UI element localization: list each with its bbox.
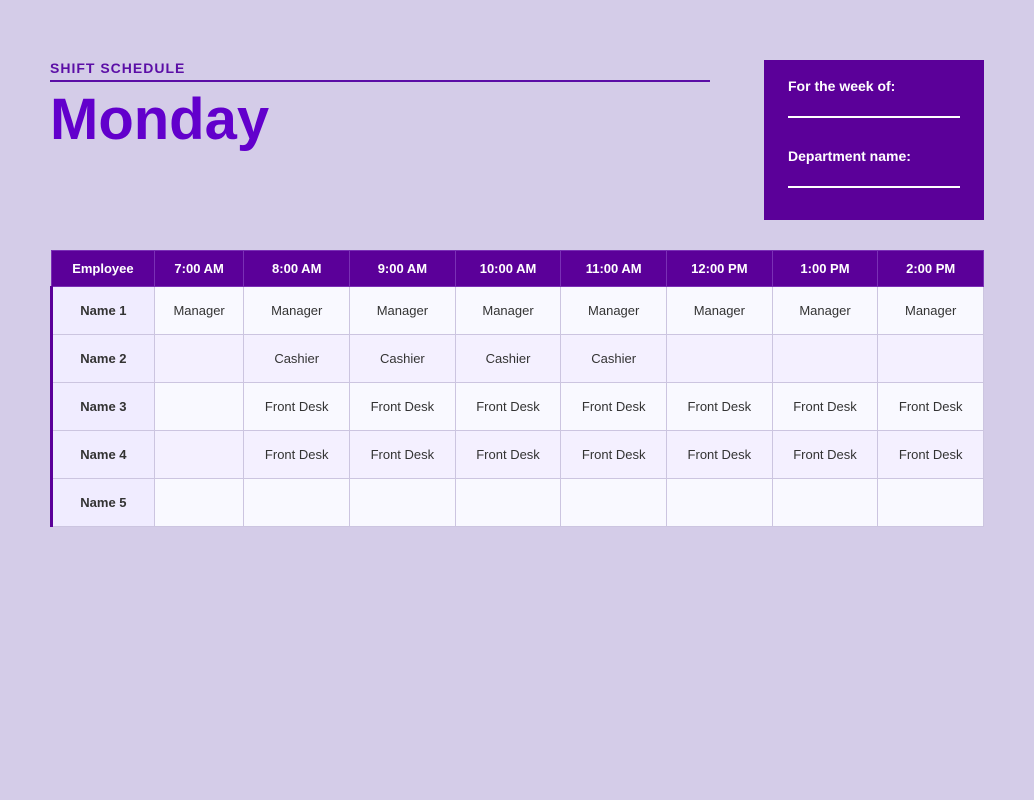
- table-row: Name 5: [52, 479, 984, 527]
- cell-r2-c2: Cashier: [244, 335, 350, 383]
- page: SHIFT SCHEDULE Monday For the week of: D…: [0, 0, 1034, 800]
- cell-r5-c4: [455, 479, 561, 527]
- cell-r5-c1: [154, 479, 244, 527]
- cell-r1-c3: Manager: [350, 287, 456, 335]
- cell-r2-c4: Cashier: [455, 335, 561, 383]
- col-time-8: 2:00 PM: [878, 251, 984, 287]
- cell-r3-c5: Front Desk: [561, 383, 667, 431]
- info-box: For the week of: Department name:: [764, 60, 984, 220]
- cell-r1-c4: Manager: [455, 287, 561, 335]
- col-time-7: 1:00 PM: [772, 251, 878, 287]
- cell-r3-c7: Front Desk: [772, 383, 878, 431]
- cell-r4-c5: Front Desk: [561, 431, 667, 479]
- table-row: Name 4Front DeskFront DeskFront DeskFron…: [52, 431, 984, 479]
- col-time-4: 10:00 AM: [455, 251, 561, 287]
- cell-r3-c2: Front Desk: [244, 383, 350, 431]
- schedule-table: Employee7:00 AM8:00 AM9:00 AM10:00 AM11:…: [50, 250, 984, 527]
- shift-schedule-label: SHIFT SCHEDULE: [50, 60, 764, 76]
- header-row: Employee7:00 AM8:00 AM9:00 AM10:00 AM11:…: [52, 251, 984, 287]
- cell-r5-c2: [244, 479, 350, 527]
- cell-r2-c6: [667, 335, 773, 383]
- cell-r1-c7: Manager: [772, 287, 878, 335]
- col-time-5: 11:00 AM: [561, 251, 667, 287]
- table-row: Name 1ManagerManagerManagerManagerManage…: [52, 287, 984, 335]
- table-row: Name 3Front DeskFront DeskFront DeskFron…: [52, 383, 984, 431]
- cell-r2-c3: Cashier: [350, 335, 456, 383]
- cell-r4-c7: Front Desk: [772, 431, 878, 479]
- title-divider: [50, 80, 710, 82]
- cell-r5-c6: [667, 479, 773, 527]
- cell-r3-c4: Front Desk: [455, 383, 561, 431]
- week-value: [788, 98, 960, 118]
- cell-r1-c2: Manager: [244, 287, 350, 335]
- header-section: SHIFT SCHEDULE Monday For the week of: D…: [50, 60, 984, 220]
- cell-r1-c5: Manager: [561, 287, 667, 335]
- cell-r5-c3: [350, 479, 456, 527]
- cell-r4-c8: Front Desk: [878, 431, 984, 479]
- col-employee: Employee: [52, 251, 155, 287]
- cell-r4-c4: Front Desk: [455, 431, 561, 479]
- department-info: Department name:: [788, 148, 960, 188]
- col-time-1: 7:00 AM: [154, 251, 244, 287]
- cell-r2-c1: [154, 335, 244, 383]
- cell-r2-c5: Cashier: [561, 335, 667, 383]
- cell-r3-c6: Front Desk: [667, 383, 773, 431]
- table-row: Name 2CashierCashierCashierCashier: [52, 335, 984, 383]
- cell-r1-c8: Manager: [878, 287, 984, 335]
- col-time-6: 12:00 PM: [667, 251, 773, 287]
- table-body: Name 1ManagerManagerManagerManagerManage…: [52, 287, 984, 527]
- employee-name-4: Name 4: [52, 431, 155, 479]
- day-title: Monday: [50, 88, 764, 152]
- table-header: Employee7:00 AM8:00 AM9:00 AM10:00 AM11:…: [52, 251, 984, 287]
- title-block: SHIFT SCHEDULE Monday: [50, 60, 764, 152]
- week-label: For the week of:: [788, 78, 960, 94]
- cell-r3-c8: Front Desk: [878, 383, 984, 431]
- department-label: Department name:: [788, 148, 960, 164]
- cell-r1-c6: Manager: [667, 287, 773, 335]
- cell-r2-c8: [878, 335, 984, 383]
- employee-name-5: Name 5: [52, 479, 155, 527]
- cell-r3-c3: Front Desk: [350, 383, 456, 431]
- cell-r2-c7: [772, 335, 878, 383]
- cell-r4-c6: Front Desk: [667, 431, 773, 479]
- cell-r4-c1: [154, 431, 244, 479]
- col-time-2: 8:00 AM: [244, 251, 350, 287]
- department-value: [788, 168, 960, 188]
- cell-r1-c1: Manager: [154, 287, 244, 335]
- col-time-3: 9:00 AM: [350, 251, 456, 287]
- week-info: For the week of:: [788, 78, 960, 118]
- employee-name-3: Name 3: [52, 383, 155, 431]
- employee-name-2: Name 2: [52, 335, 155, 383]
- cell-r5-c5: [561, 479, 667, 527]
- cell-r3-c1: [154, 383, 244, 431]
- cell-r4-c2: Front Desk: [244, 431, 350, 479]
- cell-r4-c3: Front Desk: [350, 431, 456, 479]
- employee-name-1: Name 1: [52, 287, 155, 335]
- cell-r5-c7: [772, 479, 878, 527]
- cell-r5-c8: [878, 479, 984, 527]
